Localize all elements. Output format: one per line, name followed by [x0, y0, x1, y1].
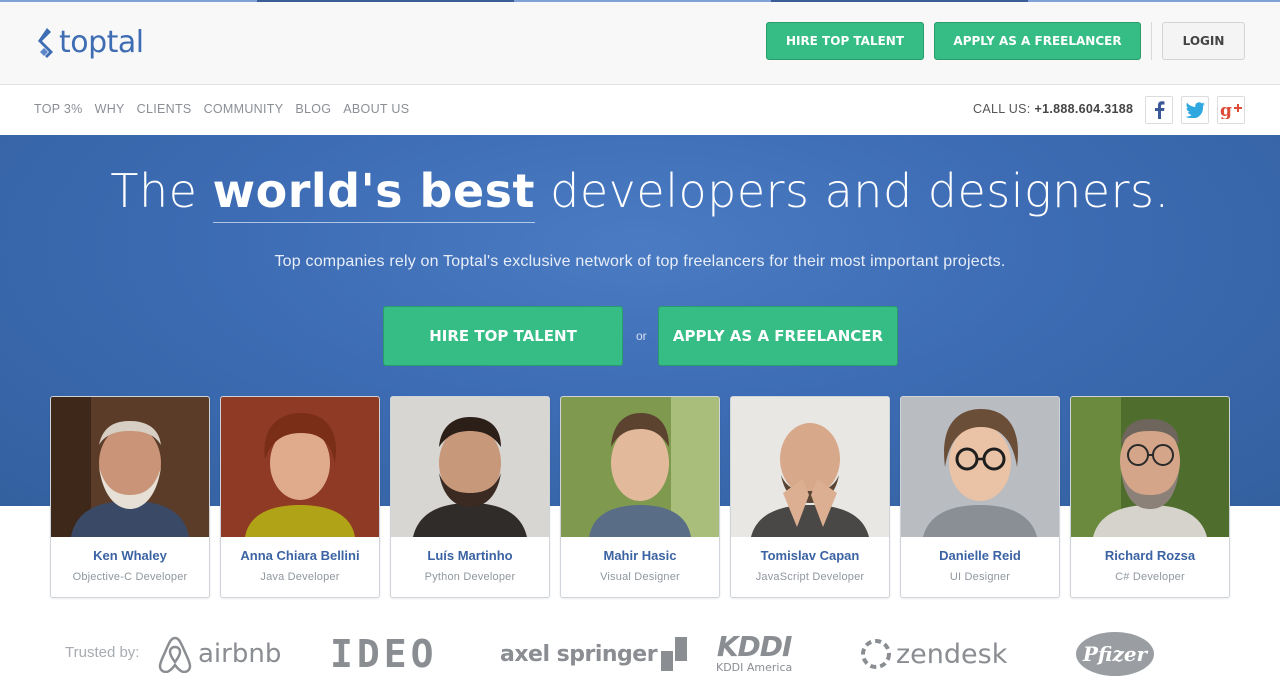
pfizer-wordmark: Pfizer [1082, 642, 1148, 666]
talent-card[interactable]: Mahir Hasic Visual Designer [560, 396, 720, 598]
nav-link-top3[interactable]: TOP 3% [34, 102, 83, 116]
kddi-wordmark: KDDI [716, 630, 793, 663]
talent-name: Anna Chiara Bellini [240, 548, 360, 563]
talent-photo [51, 397, 209, 537]
twitter-button[interactable] [1181, 96, 1209, 124]
call-us: CALL US: +1.888.604.3188 [973, 102, 1133, 116]
talent-role: C# Developer [1115, 571, 1185, 583]
ideo-wordmark: IDEO [330, 632, 438, 676]
talent-name: Luís Martinho [427, 548, 513, 563]
logo-text: toptal [59, 24, 144, 60]
axel-springer-wordmark: axel springer [500, 641, 658, 667]
talent-name: Ken Whaley [93, 548, 167, 563]
svg-text:g: g [1220, 101, 1232, 119]
zendesk-icon [861, 639, 891, 669]
talent-photo [1071, 397, 1229, 537]
trusted-by-section: Trusted by: airbnb IDEO axel springer KD… [0, 610, 1280, 700]
talent-photo [901, 397, 1059, 537]
axel-springer-icon [661, 637, 688, 671]
talent-name: Tomislav Capan [760, 548, 860, 563]
talent-card[interactable]: Luís Martinho Python Developer [390, 396, 550, 598]
kddi-logo: KDDI KDDI America [716, 628, 792, 680]
facebook-icon [1155, 101, 1165, 119]
talent-role: Visual Designer [600, 571, 680, 583]
top-header: toptal HIRE TOP TALENT APPLY AS A FREELA… [0, 2, 1280, 85]
talent-role: Objective-C Developer [72, 571, 188, 583]
pfizer-pill-icon: Pfizer [1076, 632, 1154, 676]
phone-number[interactable]: +1.888.604.3188 [1035, 102, 1134, 116]
airbnb-logo: airbnb [158, 628, 281, 680]
header-apply-button[interactable]: APPLY AS A FREELANCER [934, 22, 1141, 60]
talent-name: Danielle Reid [939, 548, 1021, 563]
talent-card[interactable]: Danielle Reid UI Designer [900, 396, 1060, 598]
talent-role: Python Developer [424, 571, 516, 583]
hero-hire-button[interactable]: HIRE TOP TALENT [383, 306, 623, 366]
talent-photo [391, 397, 549, 537]
facebook-button[interactable] [1145, 96, 1173, 124]
zendesk-wordmark: zendesk [896, 638, 1008, 670]
headline-suffix: developers and designers. [550, 164, 1170, 218]
or-label: or [636, 329, 647, 343]
headline-emphasis: world's best [212, 164, 536, 223]
airbnb-wordmark: airbnb [198, 639, 282, 669]
header-divider [1151, 22, 1152, 60]
axel-springer-logo: axel springer [500, 628, 688, 680]
login-button[interactable]: LOGIN [1162, 22, 1245, 60]
talent-card[interactable]: Richard Rozsa C# Developer [1070, 396, 1230, 598]
talent-photo [731, 397, 889, 537]
talent-card[interactable]: Tomislav Capan JavaScript Developer [730, 396, 890, 598]
talent-role: JavaScript Developer [755, 571, 865, 583]
talent-photo [221, 397, 379, 537]
nav-link-why[interactable]: WHY [95, 102, 125, 116]
hero-subheadline: Top companies rely on Toptal's exclusive… [274, 253, 1006, 270]
toptal-logo[interactable]: toptal [34, 24, 144, 64]
nav-link-clients[interactable]: CLIENTS [137, 102, 192, 116]
toptal-logo-icon [38, 28, 53, 58]
talent-card[interactable]: Ken Whaley Objective-C Developer [50, 396, 210, 598]
headline-prefix: The [110, 164, 198, 218]
kddi-america-text: KDDI America [716, 661, 793, 674]
twitter-icon [1185, 102, 1205, 118]
zendesk-logo: zendesk [860, 628, 1007, 680]
airbnb-icon [158, 636, 192, 673]
secondary-nav: TOP 3% WHY CLIENTS COMMUNITY BLOG ABOUT … [0, 85, 1280, 135]
nav-link-community[interactable]: COMMUNITY [204, 102, 284, 116]
talent-card[interactable]: Anna Chiara Bellini Java Developer [220, 396, 380, 598]
hero-headline: The world's best developers and designer… [0, 164, 1280, 223]
trusted-by-label: Trusted by: [65, 644, 140, 661]
nav-link-about[interactable]: ABOUT US [343, 102, 409, 116]
nav-links: TOP 3% WHY CLIENTS COMMUNITY BLOG ABOUT … [34, 102, 409, 116]
talent-photo [561, 397, 719, 537]
ideo-logo: IDEO [330, 628, 438, 680]
talent-cards: Ken Whaley Objective-C Developer Anna Ch… [50, 396, 1230, 598]
talent-role: UI Designer [949, 571, 1011, 583]
google-plus-icon: g [1220, 101, 1242, 119]
pfizer-logo: Pfizer [1076, 628, 1154, 680]
header-hire-button[interactable]: HIRE TOP TALENT [766, 22, 924, 60]
talent-name: Richard Rozsa [1104, 548, 1196, 563]
hero-apply-button[interactable]: APPLY AS A FREELANCER [658, 306, 898, 366]
talent-role: Java Developer [260, 571, 340, 583]
talent-name: Mahir Hasic [603, 548, 677, 563]
google-plus-button[interactable]: g [1217, 96, 1245, 124]
call-us-label: CALL US: [973, 102, 1031, 116]
nav-link-blog[interactable]: BLOG [295, 102, 331, 116]
